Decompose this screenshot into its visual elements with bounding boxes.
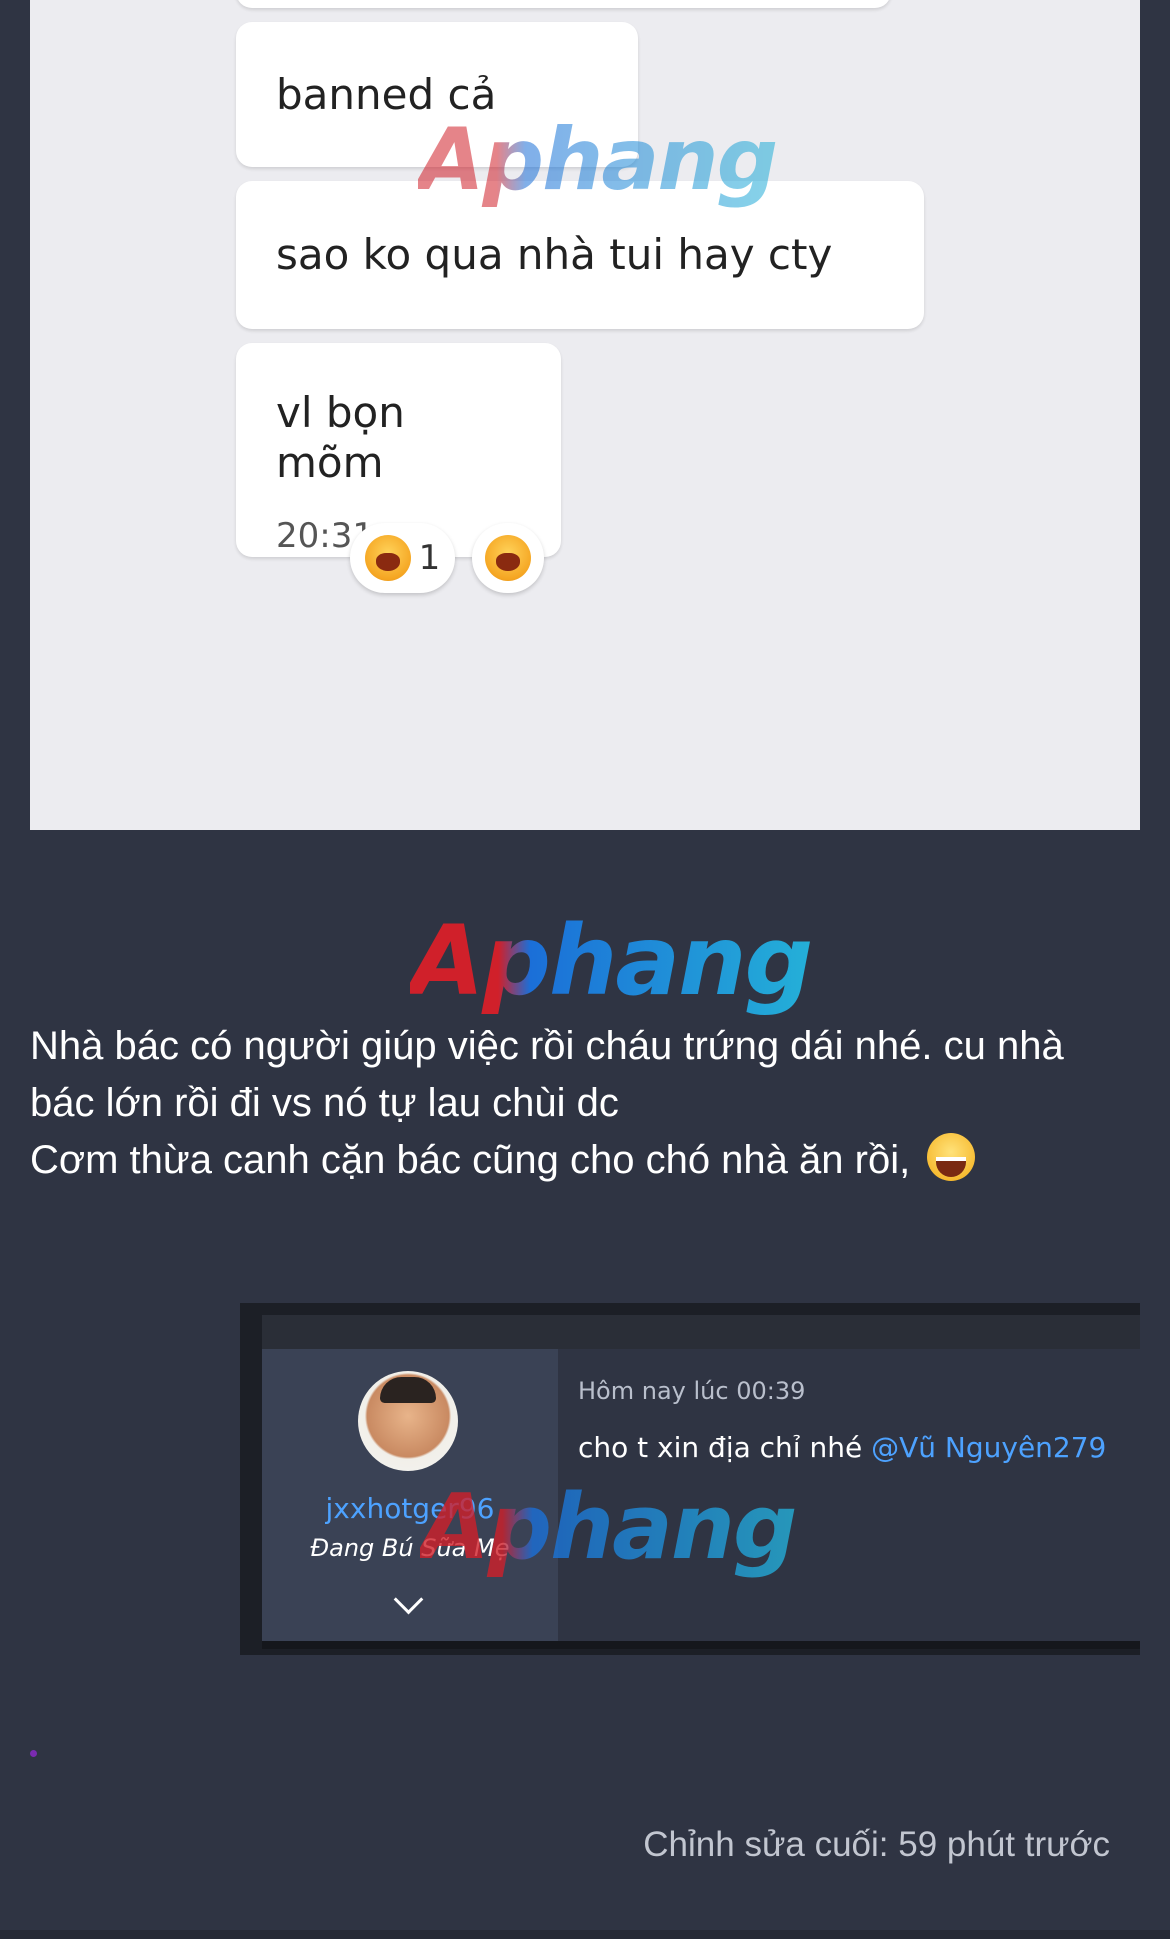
reaction-badge: 1: [350, 523, 455, 593]
user-mention-link: @Vũ Nguyên279: [871, 1431, 1107, 1464]
message-text: cho t xin địa chỉ nhé @Vũ Nguyên279: [578, 1431, 1106, 1464]
chevron-down-icon: [393, 1584, 424, 1615]
post-body: Nhà bác có người giúp việc rồi cháu trứn…: [30, 1018, 1140, 1189]
message-content: cho t xin địa chỉ nhé: [578, 1431, 872, 1464]
reaction-count: 1: [418, 538, 441, 578]
watermark-logo: Aphang: [420, 1475, 797, 1580]
divider: [262, 1641, 1140, 1649]
watermark-logo: Aphang: [410, 905, 813, 1017]
watermark-logo: Aphang: [418, 110, 778, 210]
message-bubble-partial: [236, 0, 891, 8]
avatar: [358, 1371, 458, 1471]
reaction-badge: [472, 523, 544, 593]
message-text: vl bọn mõm: [276, 388, 405, 487]
message-timestamp: Hôm nay lúc 00:39: [578, 1377, 806, 1405]
laughing-emoji-icon: [485, 535, 531, 581]
post-line: bác lớn rồi đi vs nó tự lau chùi dc: [30, 1081, 619, 1125]
grinning-face-icon: [927, 1133, 976, 1181]
laughing-emoji-icon: [364, 535, 411, 581]
divider: [0, 1930, 1170, 1939]
divider: [262, 1315, 1140, 1349]
post-line: Cơm thừa canh cặn bác cũng cho chó nhà ă…: [30, 1132, 1140, 1189]
dot-marker: [30, 1750, 37, 1757]
last-edited-label: Chỉnh sửa cuối: 59 phút trước: [643, 1825, 1110, 1864]
post-line: Nhà bác có người giúp việc rồi cháu trứn…: [30, 1024, 1064, 1068]
post-line-text: Cơm thừa canh cặn bác cũng cho chó nhà ă…: [30, 1138, 911, 1182]
